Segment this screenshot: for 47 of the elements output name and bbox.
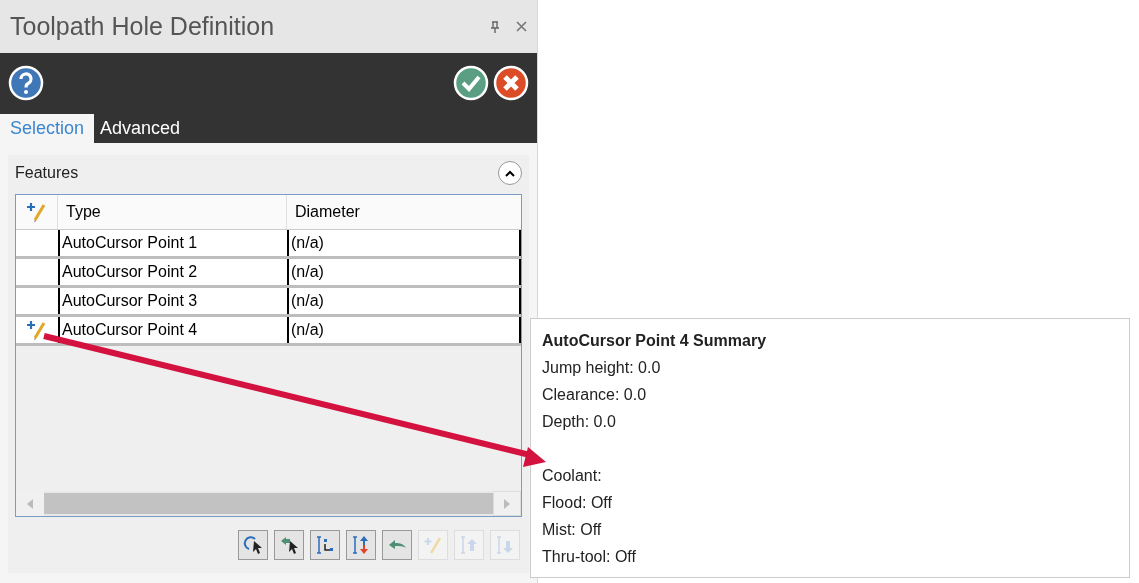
summary-line: Jump height: 0.0 <box>542 358 662 378</box>
arrow-cursor-icon <box>279 535 299 555</box>
scrollbar-thumb[interactable] <box>44 493 493 514</box>
summary-line: Flood: Off <box>542 493 613 513</box>
table-cell: AutoCursor Point 2 <box>58 259 287 285</box>
move-down-icon <box>495 535 515 555</box>
sort-points-icon <box>315 535 335 555</box>
up-down-arrows-icon <box>351 535 371 555</box>
collapse-button[interactable] <box>498 161 522 185</box>
table-cell: AutoCursor Point 3 <box>58 288 287 314</box>
table-row[interactable]: AutoCursor Point 2 (n/a) <box>16 259 521 288</box>
table-cell: (n/a) <box>287 288 521 314</box>
column-header[interactable]: Diameter <box>287 195 521 229</box>
table-row[interactable]: AutoCursor Point 3 (n/a) <box>16 288 521 317</box>
summary-line: Thru-tool: Off <box>542 547 637 567</box>
summary-line: Depth: 0.0 <box>542 412 617 432</box>
table-row[interactable]: AutoCursor Point 1 (n/a) <box>16 230 521 259</box>
group-title: Features <box>15 163 79 183</box>
column-header[interactable]: Type <box>58 195 287 229</box>
ok-icon[interactable] <box>453 65 489 101</box>
plus-pencil-icon <box>423 535 443 555</box>
table-row[interactable]: AutoCursor Point 4 (n/a) <box>16 317 521 346</box>
table-cell: (n/a) <box>287 317 521 343</box>
table-cell: AutoCursor Point 4 <box>58 317 287 343</box>
right-caret-icon <box>504 498 510 509</box>
add-row-icon <box>25 202 48 222</box>
table-cell: (n/a) <box>287 259 521 285</box>
cancel-icon[interactable] <box>493 65 529 101</box>
left-caret-icon <box>27 498 33 509</box>
toolbar-button[interactable] <box>274 530 304 560</box>
pin-icon[interactable] <box>490 20 500 33</box>
tab[interactable]: Selection <box>0 114 95 143</box>
move-up-icon <box>459 535 479 555</box>
close-icon[interactable] <box>516 21 527 32</box>
summary-line: Clearance: 0.0 <box>542 385 648 405</box>
edit-row-icon <box>26 320 48 340</box>
summary-line: Coolant: <box>542 466 603 486</box>
circle-cursor-icon <box>243 535 263 555</box>
toolbar-button[interactable] <box>310 530 340 560</box>
tooltip-title: AutoCursor Point 4 Summary <box>542 331 768 351</box>
toolbar-button[interactable] <box>238 530 268 560</box>
summary-line: Mist: Off <box>542 520 603 540</box>
table-cell: AutoCursor Point 1 <box>58 230 287 256</box>
panel-title: Toolpath Hole Definition <box>10 10 275 42</box>
help-icon[interactable] <box>8 65 44 101</box>
chevron-up-icon <box>505 169 515 177</box>
table-cell: (n/a) <box>287 230 521 256</box>
